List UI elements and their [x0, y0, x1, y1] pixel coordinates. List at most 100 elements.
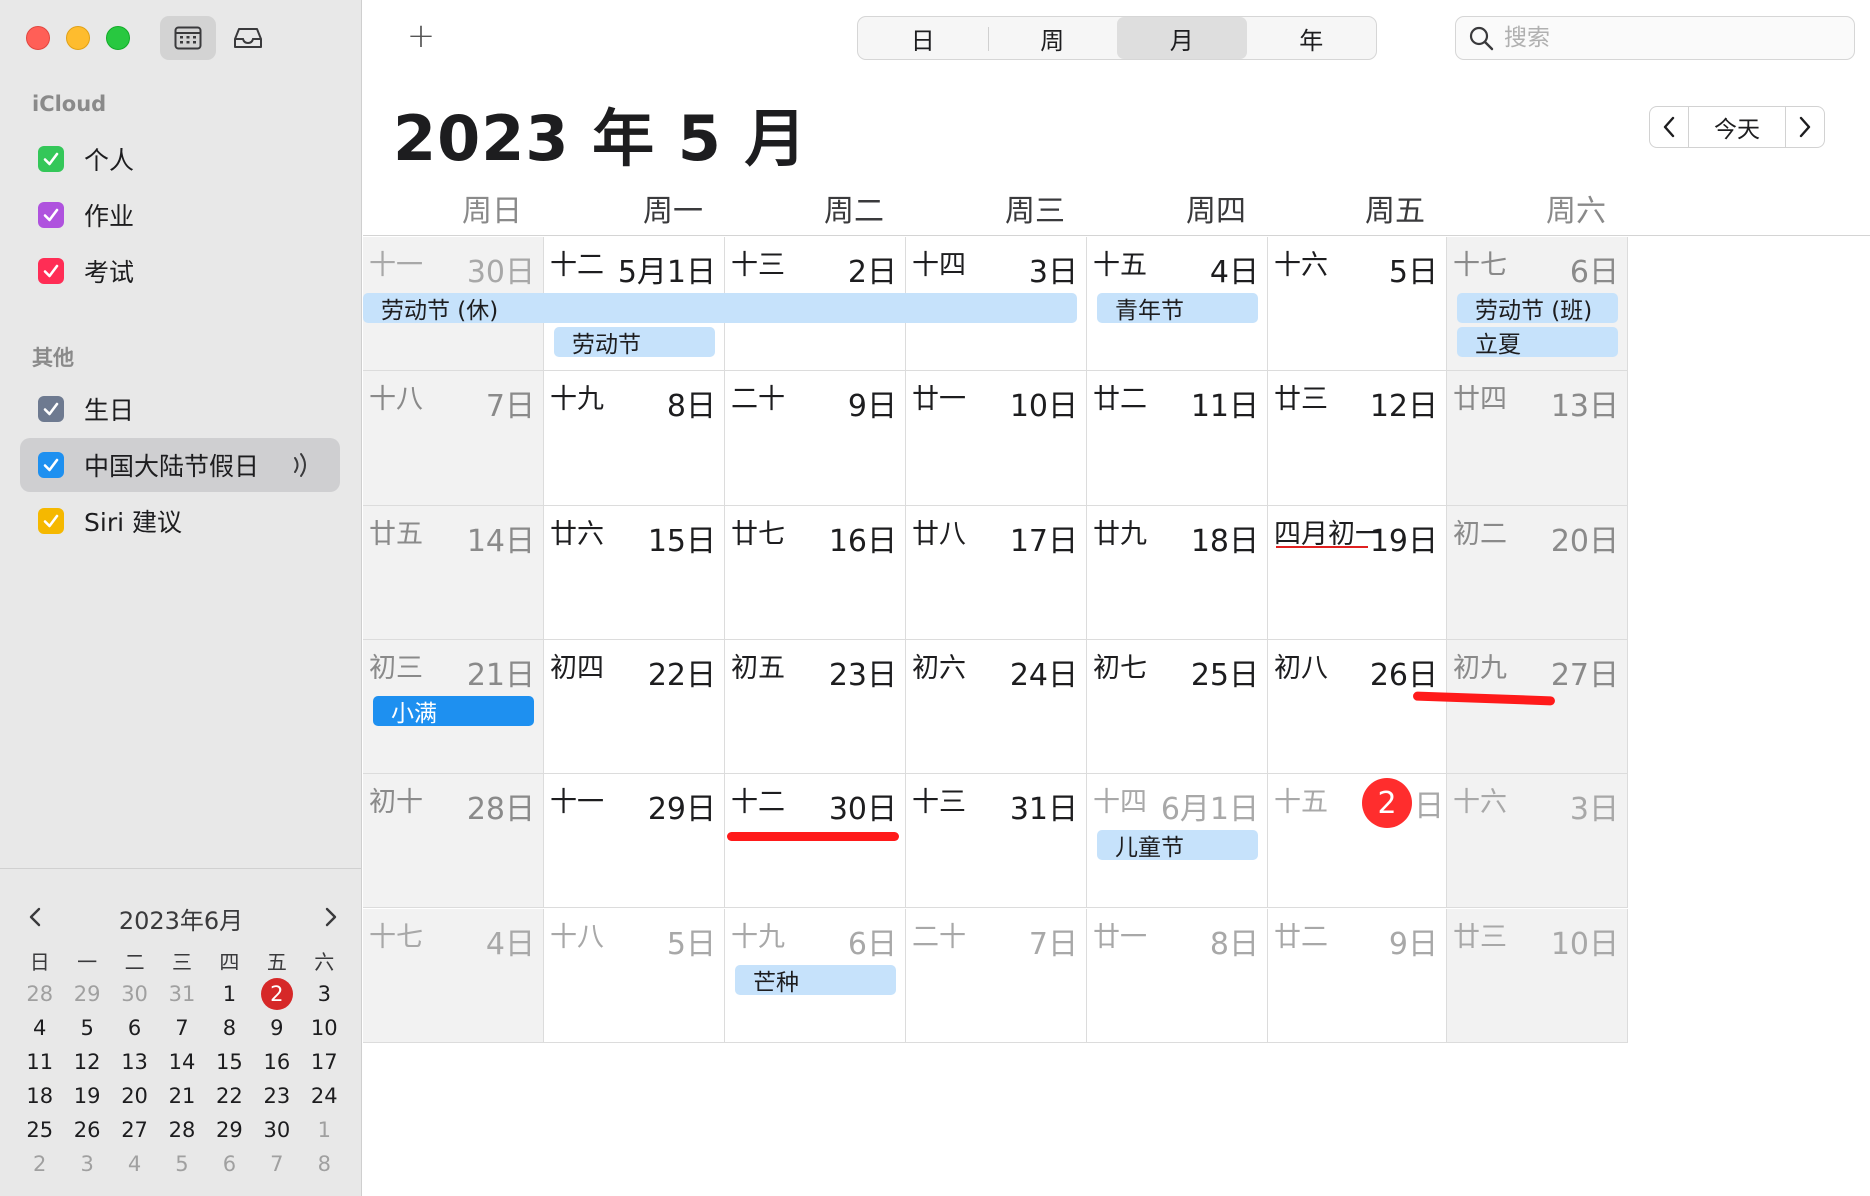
day-cell[interactable]: 初八 26日: [1268, 639, 1447, 775]
calendar-checkbox[interactable]: [38, 396, 64, 422]
calendar-checkbox[interactable]: [38, 258, 64, 284]
mini-day[interactable]: 1: [206, 977, 253, 1011]
day-cell[interactable]: 十六 3日: [1447, 774, 1628, 909]
mini-day[interactable]: 20: [111, 1079, 158, 1113]
calendar-event[interactable]: 青年节: [1097, 293, 1258, 324]
mini-day[interactable]: 16: [253, 1045, 300, 1079]
day-cell[interactable]: 十七 4日: [363, 908, 544, 1043]
mini-day[interactable]: 8: [301, 1147, 348, 1181]
view-day-tab[interactable]: 日: [858, 17, 988, 59]
mini-day[interactable]: 14: [158, 1045, 205, 1079]
day-cell[interactable]: 二十 7日: [906, 908, 1087, 1043]
mini-day[interactable]: 31: [158, 977, 205, 1011]
calendar-event[interactable]: 小满: [373, 695, 534, 727]
window-close-button[interactable]: [26, 26, 50, 50]
day-cell[interactable]: 廿八 17日: [906, 505, 1087, 640]
view-month-tab[interactable]: 月: [1117, 17, 1247, 59]
mini-day-today[interactable]: 2: [253, 977, 300, 1011]
mini-day[interactable]: 29: [206, 1113, 253, 1147]
day-cell[interactable]: 十八 7日: [363, 371, 544, 506]
mini-day[interactable]: 10: [301, 1011, 348, 1045]
calendar-checkbox[interactable]: [38, 452, 64, 478]
mini-day[interactable]: 15: [206, 1045, 253, 1079]
calendar-event[interactable]: 立夏: [1457, 327, 1618, 358]
calendar-event[interactable]: 劳动节: [554, 327, 715, 358]
calendar-event[interactable]: 芒种: [735, 964, 896, 996]
mini-day[interactable]: 21: [158, 1079, 205, 1113]
mini-day[interactable]: 27: [111, 1113, 158, 1147]
day-cell[interactable]: 四月初一 19日: [1268, 505, 1447, 640]
mini-day[interactable]: 28: [158, 1113, 205, 1147]
calendar-list-toggle-button[interactable]: [160, 16, 216, 60]
day-cell-today[interactable]: 十五 2 日: [1268, 774, 1447, 909]
mini-day[interactable]: 12: [63, 1045, 110, 1079]
window-minimize-button[interactable]: [66, 26, 90, 50]
calendar-event[interactable]: 劳动节 (休): [363, 293, 1077, 324]
calendar-item-china-holidays[interactable]: 中国大陆节假日: [20, 438, 340, 492]
today-button[interactable]: 今天: [1689, 106, 1785, 148]
mini-day[interactable]: 24: [301, 1079, 348, 1113]
mini-day[interactable]: 7: [253, 1147, 300, 1181]
mini-day[interactable]: 8: [206, 1011, 253, 1045]
mini-day[interactable]: 4: [16, 1011, 63, 1045]
day-cell[interactable]: 十六 5日: [1268, 237, 1447, 372]
calendar-checkbox[interactable]: [38, 202, 64, 228]
day-cell[interactable]: 廿二 11日: [1087, 371, 1268, 506]
day-cell[interactable]: 廿五 14日: [363, 505, 544, 640]
mini-day[interactable]: 23: [253, 1079, 300, 1113]
mini-day[interactable]: 30: [111, 977, 158, 1011]
mini-day[interactable]: 17: [301, 1045, 348, 1079]
day-cell[interactable]: 初七 25日: [1087, 639, 1268, 775]
mini-day[interactable]: 18: [16, 1079, 63, 1113]
day-cell[interactable]: 十一 29日: [544, 774, 725, 909]
view-week-tab[interactable]: 周: [987, 17, 1118, 59]
day-cell[interactable]: 十二 30日: [725, 774, 906, 909]
day-cell[interactable]: 廿三 12日: [1268, 371, 1447, 506]
mini-day[interactable]: 7: [158, 1011, 205, 1045]
day-cell[interactable]: 廿二 9日: [1268, 908, 1447, 1043]
add-event-button[interactable]: +: [403, 16, 439, 56]
day-cell[interactable]: 二十 9日: [725, 371, 906, 506]
next-month-button[interactable]: [1785, 106, 1825, 148]
day-cell[interactable]: 廿一 10日: [906, 371, 1087, 506]
day-cell[interactable]: 初十 28日: [363, 774, 544, 909]
day-cell[interactable]: 十八 5日: [544, 908, 725, 1043]
mini-day[interactable]: 4: [111, 1147, 158, 1181]
day-cell[interactable]: 初四 22日: [544, 639, 725, 775]
mini-day[interactable]: 5: [63, 1011, 110, 1045]
mini-day[interactable]: 3: [63, 1147, 110, 1181]
mini-day[interactable]: 6: [206, 1147, 253, 1181]
day-cell[interactable]: 廿一 8日: [1087, 908, 1268, 1043]
calendar-item-personal[interactable]: 个人: [20, 132, 340, 186]
day-cell[interactable]: 廿九 18日: [1087, 505, 1268, 640]
view-year-tab[interactable]: 年: [1247, 17, 1377, 59]
calendar-item-homework[interactable]: 作业: [20, 188, 340, 242]
calendar-checkbox[interactable]: [38, 508, 64, 534]
previous-month-button[interactable]: [1649, 106, 1689, 148]
mini-day[interactable]: 6: [111, 1011, 158, 1045]
day-cell[interactable]: 廿六 15日: [544, 505, 725, 640]
mini-day[interactable]: 9: [253, 1011, 300, 1045]
calendar-event[interactable]: 儿童节: [1097, 830, 1258, 861]
calendar-item-birthdays[interactable]: 生日: [20, 382, 340, 436]
mini-day[interactable]: 13: [111, 1045, 158, 1079]
mini-day[interactable]: 1: [301, 1113, 348, 1147]
calendar-checkbox[interactable]: [38, 146, 64, 172]
mini-next-month-icon[interactable]: [318, 905, 342, 929]
window-zoom-button[interactable]: [106, 26, 130, 50]
mini-day[interactable]: 25: [16, 1113, 63, 1147]
mini-day[interactable]: 2: [16, 1147, 63, 1181]
mini-day[interactable]: 28: [16, 977, 63, 1011]
mini-day[interactable]: 3: [301, 977, 348, 1011]
day-cell[interactable]: 十三 31日: [906, 774, 1087, 909]
calendar-event[interactable]: 劳动节 (班): [1457, 293, 1618, 324]
day-cell[interactable]: 廿四 13日: [1447, 371, 1628, 506]
mini-day[interactable]: 30: [253, 1113, 300, 1147]
day-cell[interactable]: 廿七 16日: [725, 505, 906, 640]
inbox-button[interactable]: [220, 16, 276, 60]
day-cell[interactable]: 廿三 10日: [1447, 908, 1628, 1043]
mini-day[interactable]: 22: [206, 1079, 253, 1113]
day-cell[interactable]: 十九 8日: [544, 371, 725, 506]
day-cell[interactable]: 初九 27日: [1447, 639, 1628, 775]
day-cell[interactable]: 初二 20日: [1447, 505, 1628, 640]
